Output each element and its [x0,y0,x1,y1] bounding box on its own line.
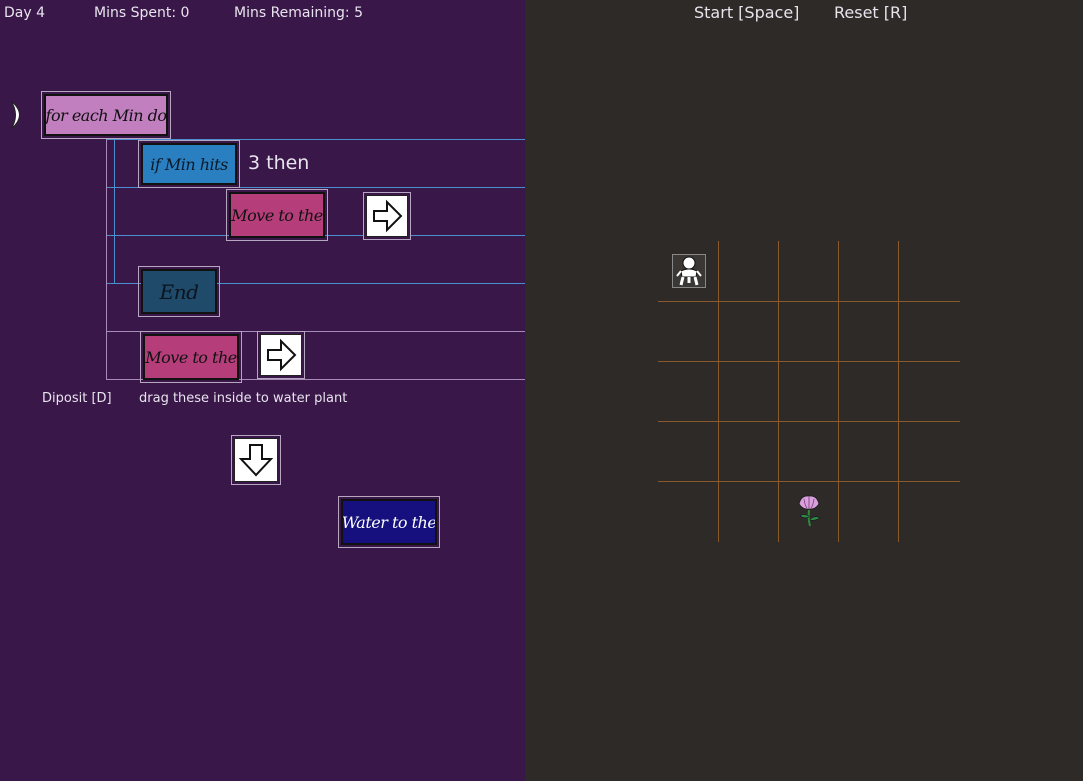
direction-right-tile[interactable] [257,331,305,379]
mins-remaining: Mins Remaining: 5 [234,5,364,21]
end-label: End [141,269,217,314]
reset-button[interactable]: Reset [R] [834,3,907,22]
deposit-hint: Diposit [D] [42,391,112,406]
mins-spent: Mins Spent: 0 [94,5,190,21]
if-label: if Min hits [141,143,237,185]
move-label: Move to the [229,192,325,238]
player-character [672,254,706,288]
if-block[interactable]: if Min hits [138,140,240,188]
water-label: Water to the [341,499,437,545]
drag-hint: drag these inside to water plant [139,391,348,406]
move-block[interactable]: Move to the [140,331,242,383]
water-block[interactable]: Water to the [338,496,440,548]
for-each-label: for each Min do [44,94,168,136]
arrow-down-icon [234,438,278,482]
start-button[interactable]: Start [Space] [694,3,799,22]
arrow-right-icon [260,334,302,376]
flower-plant-icon [795,494,825,528]
direction-right-tile[interactable] [363,192,411,240]
for-each-block[interactable]: for each Min do [41,91,171,139]
robot-person-icon [676,256,702,286]
end-block[interactable]: End [138,266,220,317]
pointer-arrow-icon [8,99,32,131]
move-label: Move to the [143,334,239,380]
loop-bracket [106,139,107,380]
arrow-right-icon [366,195,408,237]
direction-down-tile[interactable] [231,435,281,485]
move-block[interactable]: Move to the [226,189,328,241]
code-editor-panel: Day 4 Mins Spent: 0 Mins Remaining: 5 fo… [0,0,525,781]
garden-panel: Start [Space] Reset [R] [525,0,1083,781]
day-counter: Day 4 [4,5,46,21]
if-condition-text: 3 then [248,152,310,174]
if-bracket [114,139,115,284]
